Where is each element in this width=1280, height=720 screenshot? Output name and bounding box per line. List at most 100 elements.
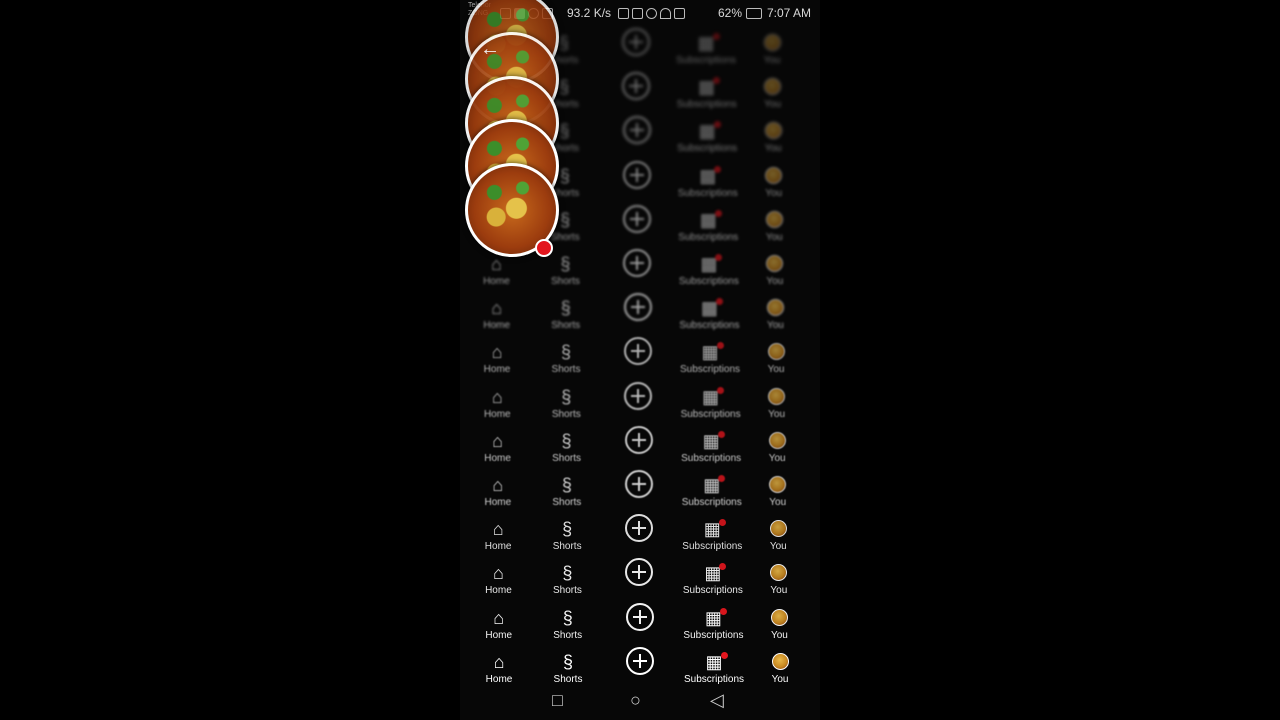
nav-you[interactable]: You [746, 341, 806, 375]
nav-subscriptions[interactable]: ▦ Subscriptions [680, 341, 740, 375]
notification-dot [714, 209, 722, 217]
nav-subscriptions-label: Subscriptions [680, 408, 741, 420]
nav-subscriptions[interactable]: ▦ Subscriptions [681, 386, 741, 420]
nav-home[interactable]: ⌂Home [468, 518, 528, 552]
nav-subscriptions[interactable]: ▦ Subscriptions [677, 120, 737, 154]
bottom-nav-bar: ⌂Home §Shorts ▦SubscriptionsYou [460, 602, 820, 651]
nav-shorts[interactable]: § Shorts [536, 297, 596, 331]
nav-shorts[interactable]: § Shorts [536, 386, 596, 420]
nav-home[interactable]: ⌂Home [467, 386, 527, 420]
nav-you-label: You [764, 99, 781, 111]
nav-subscriptions[interactable]: ▦ Subscriptions [678, 165, 738, 199]
nav-create[interactable] [608, 293, 668, 322]
nav-you-label: You [769, 541, 787, 553]
nav-subscriptions[interactable]: ▦ Subscriptions [681, 430, 741, 464]
nav-create[interactable] [607, 116, 667, 145]
nav-shorts-label: Shorts [552, 585, 582, 597]
nav-you[interactable]: You [748, 518, 808, 552]
nav-you[interactable]: You [748, 474, 808, 508]
nav-shorts[interactable]: § Shorts [537, 430, 597, 464]
nav-create[interactable] [609, 425, 669, 454]
nav-you[interactable]: You [745, 297, 805, 331]
nav-create[interactable] [606, 28, 666, 56]
nav-shorts-label: Shorts [552, 497, 582, 508]
nav-you[interactable]: You [747, 386, 807, 420]
nav-create[interactable] [607, 160, 667, 189]
subscriptions-icon: ▦ [677, 76, 737, 98]
shorts-icon: § [560, 298, 571, 319]
nav-you[interactable]: You [743, 76, 803, 110]
network-speed: 93.2 K/s [567, 6, 612, 20]
nav-you[interactable]: You [744, 209, 804, 243]
nav-subscriptions[interactable]: ▦ Subscriptions [682, 474, 742, 508]
nav-subscriptions[interactable]: ▦ Subscriptions [682, 518, 742, 552]
profile-avatar-icon [765, 210, 783, 228]
mute-icon [632, 8, 643, 19]
create-plus-icon [610, 602, 670, 631]
nav-home[interactable]: ⌂Home [467, 341, 527, 375]
nav-create[interactable] [609, 470, 669, 498]
nav-you-label: You [765, 187, 783, 199]
profile-avatar-icon [765, 166, 783, 184]
nav-create[interactable] [610, 602, 670, 631]
nav-shorts[interactable]: § Shorts [537, 474, 597, 508]
nav-home[interactable]: ⌂Home [469, 607, 529, 641]
notification-dot [713, 77, 721, 85]
nav-subscriptions[interactable]: ▦ Subscriptions [683, 562, 743, 596]
create-plus-icon [608, 381, 668, 410]
home-icon: ⌂ [493, 607, 505, 628]
nav-home[interactable]: ⌂Home [466, 253, 526, 287]
nav-shorts[interactable]: § Shorts [537, 562, 597, 596]
nav-subscriptions[interactable]: ▦ Subscriptions [679, 253, 739, 287]
nav-shorts-label: Shorts [550, 276, 580, 287]
create-plus-icon [609, 558, 669, 587]
nav-home[interactable]: ⌂Home [467, 297, 527, 331]
nav-you[interactable]: You [749, 562, 809, 596]
nav-you[interactable]: You [742, 32, 802, 66]
nav-home-label: Home [483, 408, 511, 420]
nav-home[interactable]: ⌂Home [468, 430, 528, 464]
nav-subscriptions[interactable]: ▦ Subscriptions [676, 32, 736, 66]
create-plus-icon [609, 514, 669, 543]
nav-home[interactable]: ⌂Home [468, 474, 528, 508]
nav-home-label: Home [485, 629, 513, 641]
square-icon[interactable]: □ [552, 690, 563, 711]
nav-create[interactable] [607, 249, 667, 277]
back-arrow-icon[interactable]: ← [480, 38, 500, 61]
nav-create[interactable] [606, 72, 666, 101]
create-plus-icon [609, 425, 669, 454]
nav-shorts[interactable]: § Shorts [536, 341, 596, 375]
nav-create[interactable] [610, 646, 670, 675]
nav-you[interactable]: You [749, 607, 809, 641]
alarm-icon [646, 8, 657, 19]
nav-shorts-label: Shorts [551, 364, 581, 376]
nav-subscriptions[interactable]: ▦ Subscriptions [677, 76, 737, 110]
bottom-nav-bar: ⌂Home §Shorts ▦SubscriptionsYou [460, 381, 820, 430]
triangle-back-icon[interactable]: ◁ [710, 690, 724, 711]
nav-shorts[interactable]: § Shorts [537, 518, 597, 552]
nav-create[interactable] [608, 381, 668, 410]
circle-icon[interactable]: ○ [630, 690, 641, 711]
nav-home[interactable]: ⌂Home [468, 562, 528, 596]
nav-create[interactable] [609, 514, 669, 543]
nav-subscriptions-label: Subscriptions [682, 541, 743, 553]
nav-create[interactable] [607, 204, 667, 233]
profile-avatar-icon [766, 255, 784, 272]
nav-you[interactable]: You [743, 120, 803, 154]
nav-create[interactable] [608, 337, 668, 366]
nav-shorts[interactable]: § Shorts [535, 253, 595, 287]
nav-you[interactable]: You [747, 430, 807, 464]
nav-subscriptions[interactable]: ▦ Subscriptions [683, 607, 743, 641]
profile-avatar-icon [766, 299, 784, 317]
nav-you-label: You [766, 320, 784, 332]
nav-you-label: You [767, 364, 785, 376]
nav-subscriptions[interactable]: ▦ Subscriptions [679, 297, 739, 331]
nav-shorts[interactable]: § Shorts [538, 607, 598, 641]
nav-you[interactable]: You [745, 253, 805, 287]
nfc-icon [618, 8, 629, 19]
nav-create[interactable] [609, 558, 669, 587]
nav-you[interactable]: You [744, 165, 804, 199]
bottom-nav-bar: ⌂Home §Shorts ▦SubscriptionsYou [460, 470, 820, 518]
nav-subscriptions[interactable]: ▦ Subscriptions [678, 209, 738, 243]
notification-dot [717, 386, 725, 394]
